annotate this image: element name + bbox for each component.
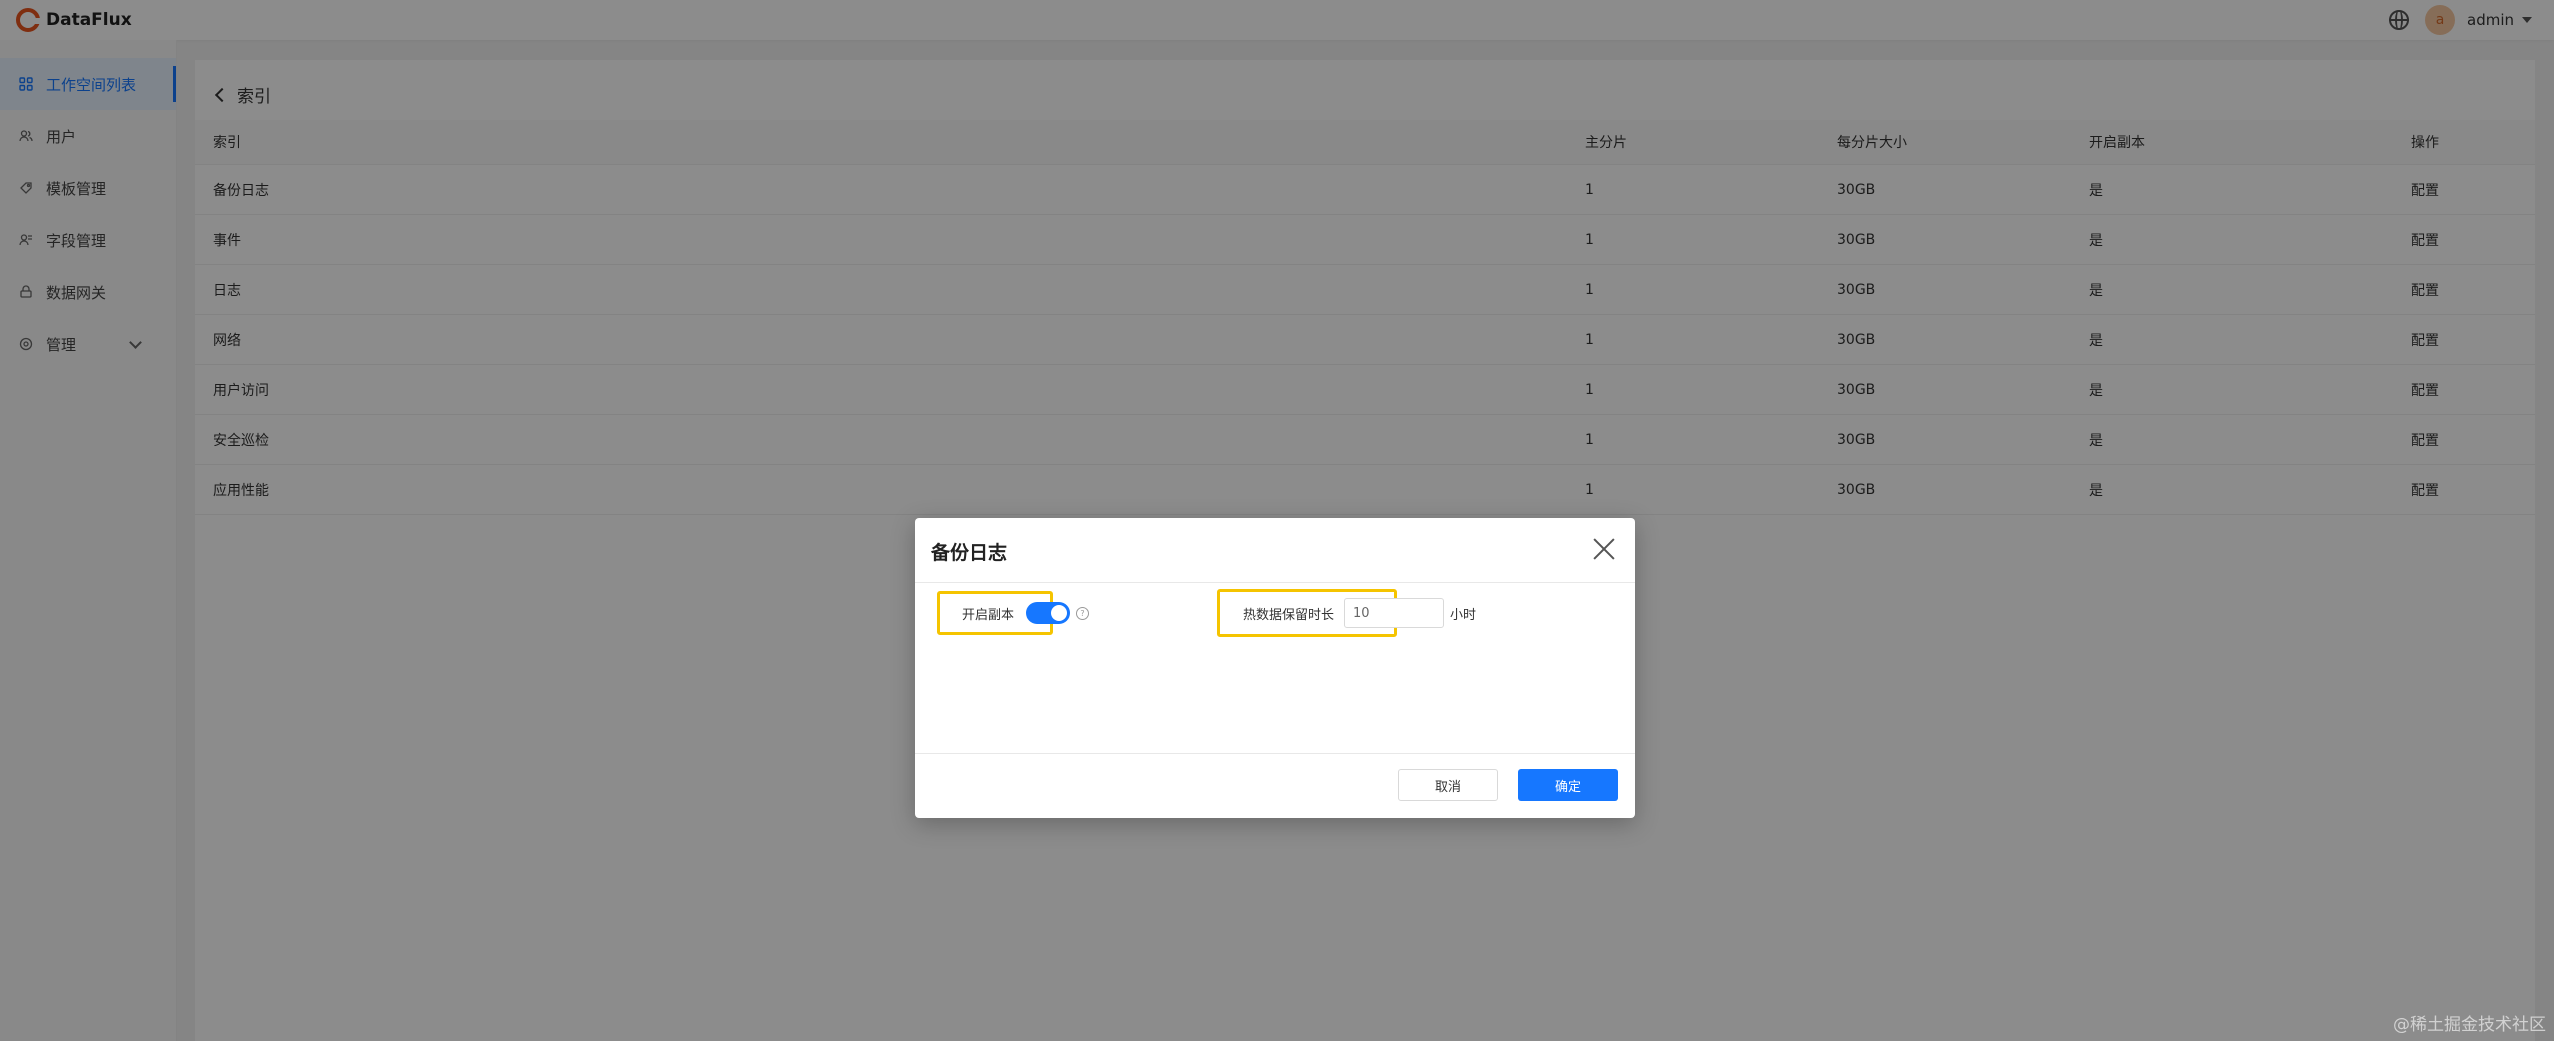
- hot-retention-label: 热数据保留时长: [1243, 607, 1335, 623]
- cancel-button[interactable]: 取消: [1398, 769, 1498, 801]
- modal-title: 备份日志: [931, 542, 1008, 564]
- hot-retention-unit: 小时: [1450, 607, 1477, 623]
- replica-label: 开启副本: [962, 607, 1015, 623]
- index-config-modal: 备份日志 开启副本 ? 热数据保留时长 小时 取消 确定: [915, 518, 1635, 818]
- close-icon[interactable]: [1593, 538, 1615, 560]
- modal-body: 开启副本 ? 热数据保留时长 小时: [915, 583, 1635, 754]
- help-icon[interactable]: ?: [1076, 606, 1090, 620]
- watermark: @稀土掘金技术社区: [2393, 1015, 2546, 1035]
- modal-header: 备份日志: [915, 518, 1635, 583]
- hot-retention-input[interactable]: [1344, 598, 1445, 628]
- replica-toggle[interactable]: [1026, 602, 1071, 624]
- hot-retention-field: 热数据保留时长 小时: [1243, 598, 1476, 628]
- replica-field: 开启副本 ?: [962, 600, 1090, 626]
- confirm-button[interactable]: 确定: [1518, 769, 1618, 801]
